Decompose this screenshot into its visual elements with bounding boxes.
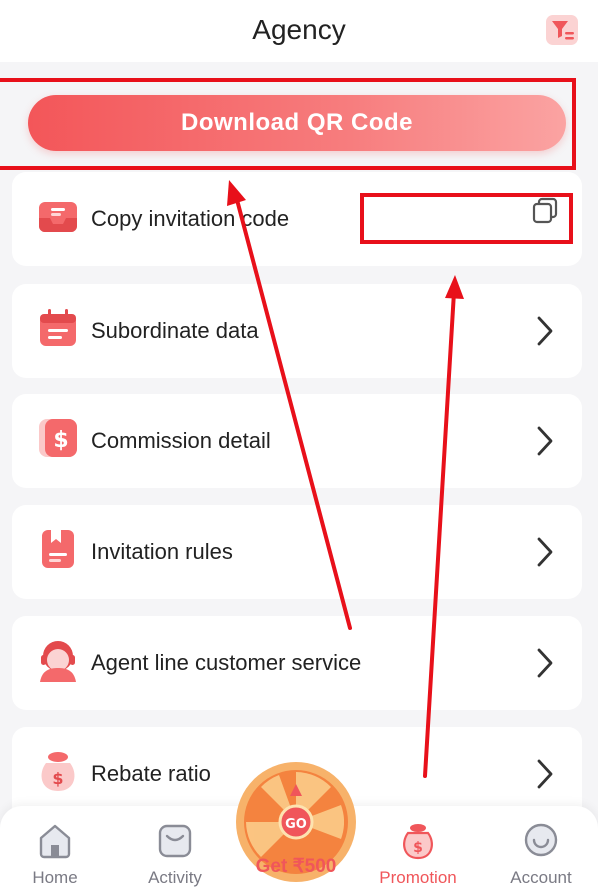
chevron-right-icon: [537, 426, 553, 456]
tab-label: Account: [510, 868, 572, 887]
tab-label: Home: [32, 868, 78, 887]
money-bag-icon: $: [403, 824, 433, 860]
annotation-box-copy: [360, 193, 573, 244]
annotation-box-qr: [0, 78, 576, 170]
svg-text:$: $: [413, 840, 423, 856]
menu-label: Copy invitation code: [91, 206, 290, 231]
chevron-right-icon: [537, 316, 553, 346]
svg-text:$: $: [52, 769, 63, 788]
commission-detail-row[interactable]: $ Commission detail: [12, 394, 582, 488]
agent-customer-service-row[interactable]: Agent line customer service: [12, 616, 582, 710]
header-bar: Agency: [0, 0, 598, 62]
document-icon: [42, 530, 74, 568]
wheel-go-label: GO: [285, 817, 307, 832]
page-title: Agency: [252, 14, 346, 45]
tab-account[interactable]: Account: [486, 806, 596, 888]
menu-label: Invitation rules: [91, 539, 233, 564]
filter-icon[interactable]: [544, 12, 580, 48]
menu-label: Agent line customer service: [91, 650, 362, 675]
dollar-icon: $: [39, 419, 77, 457]
promo-label: Get ₹500: [255, 856, 337, 877]
tab-promotion[interactable]: $ Promotion: [363, 806, 473, 888]
tab-label: Promotion: [379, 868, 457, 887]
svg-text:$: $: [53, 428, 68, 453]
subordinate-data-row[interactable]: Subordinate data: [12, 284, 582, 378]
tab-home[interactable]: Home: [0, 806, 110, 888]
chevron-right-icon: [537, 759, 553, 789]
calendar-icon: [40, 309, 76, 346]
money-bag-icon: $: [41, 752, 75, 791]
activity-icon: [158, 824, 192, 858]
chevron-right-icon: [537, 648, 553, 678]
invitation-rules-row[interactable]: Invitation rules: [12, 505, 582, 599]
agent-icon: [40, 641, 76, 682]
menu-label: Commission detail: [91, 428, 271, 453]
home-icon: [39, 824, 71, 859]
account-icon: [524, 823, 558, 857]
chevron-right-icon: [537, 537, 553, 567]
tab-label: Activity: [148, 868, 202, 887]
inbox-icon: [39, 202, 77, 232]
tab-activity[interactable]: Activity: [120, 806, 230, 888]
menu-label: Subordinate data: [91, 318, 259, 343]
